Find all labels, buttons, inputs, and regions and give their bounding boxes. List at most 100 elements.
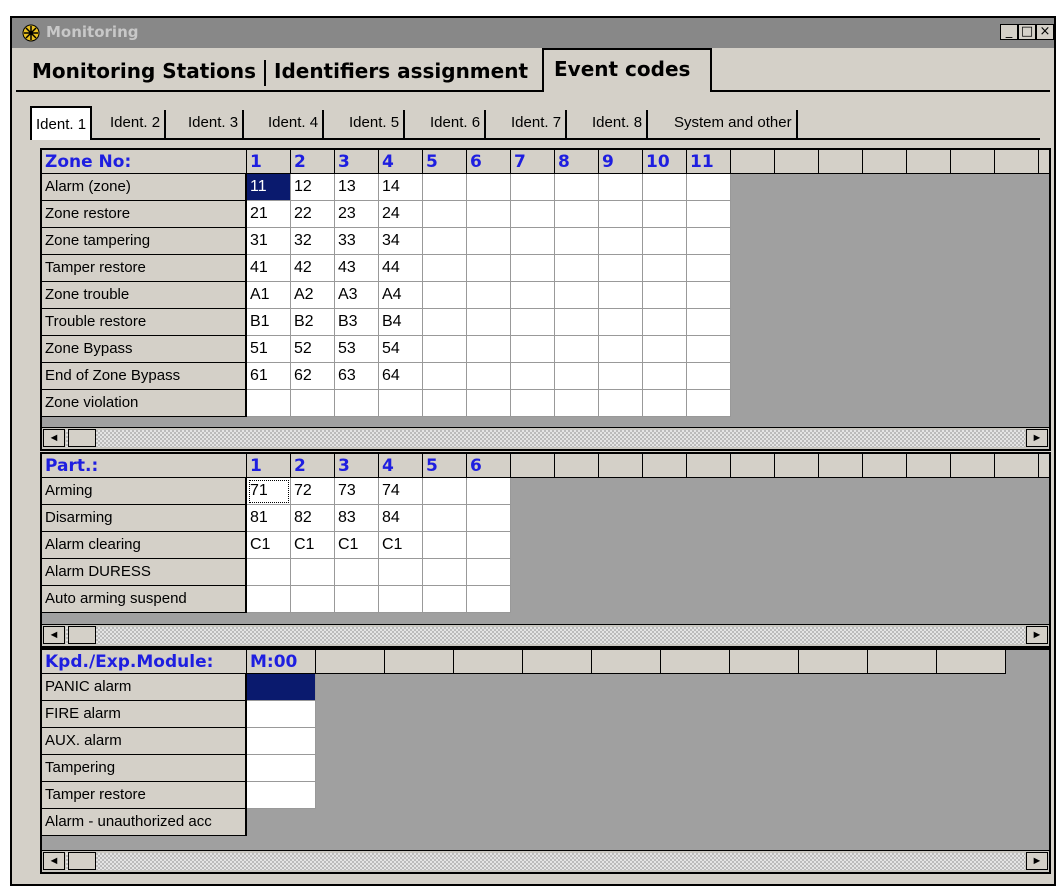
event-code-cell[interactable]: 24 (379, 201, 423, 228)
event-code-cell[interactable]: 82 (291, 505, 335, 532)
scroll-thumb[interactable] (68, 429, 96, 447)
event-code-cell[interactable]: 34 (379, 228, 423, 255)
event-code-cell[interactable]: B3 (335, 309, 379, 336)
event-code-cell[interactable] (511, 174, 555, 201)
event-code-cell[interactable] (423, 174, 467, 201)
scroll-left-button[interactable]: ◄ (43, 429, 65, 447)
event-code-cell[interactable] (599, 201, 643, 228)
event-code-cell[interactable]: A3 (335, 282, 379, 309)
event-code-cell[interactable]: A4 (379, 282, 423, 309)
scroll-left-button[interactable]: ◄ (43, 852, 65, 870)
event-code-cell[interactable] (643, 336, 687, 363)
event-code-cell[interactable]: 41 (247, 255, 291, 282)
event-code-cell[interactable] (643, 228, 687, 255)
event-code-cell[interactable] (467, 309, 511, 336)
event-code-cell[interactable] (599, 282, 643, 309)
event-code-cell[interactable]: B4 (379, 309, 423, 336)
event-code-cell[interactable] (555, 309, 599, 336)
event-code-cell[interactable] (555, 282, 599, 309)
event-code-cell[interactable] (247, 755, 316, 782)
event-code-cell[interactable]: 12 (291, 174, 335, 201)
tab-ident-1[interactable]: Ident. 1 (30, 106, 93, 140)
event-code-cell[interactable] (467, 282, 511, 309)
event-code-cell[interactable]: 42 (291, 255, 335, 282)
event-code-cell[interactable] (643, 309, 687, 336)
event-code-cell[interactable]: 53 (335, 336, 379, 363)
tab-ident-3[interactable]: Ident. 3 (184, 110, 245, 138)
scroll-left-button[interactable]: ◄ (43, 626, 65, 644)
horizontal-scrollbar[interactable]: ◄ ► (42, 427, 1049, 449)
event-code-cell[interactable] (643, 390, 687, 417)
event-code-cell[interactable] (467, 336, 511, 363)
event-code-cell[interactable]: 81 (247, 505, 291, 532)
event-code-cell[interactable]: B1 (247, 309, 291, 336)
event-code-cell[interactable] (247, 701, 316, 728)
event-code-cell[interactable] (511, 390, 555, 417)
event-code-cell[interactable] (247, 586, 291, 613)
event-code-cell[interactable] (335, 586, 379, 613)
event-code-cell[interactable] (511, 336, 555, 363)
event-code-cell[interactable] (555, 390, 599, 417)
event-code-cell[interactable] (687, 336, 731, 363)
event-code-cell[interactable] (379, 559, 423, 586)
tab-monitoring-stations[interactable]: Monitoring Stations (32, 54, 256, 90)
event-code-cell[interactable] (599, 363, 643, 390)
event-code-cell[interactable] (511, 363, 555, 390)
event-code-cell[interactable]: 23 (335, 201, 379, 228)
tab-ident-4[interactable]: Ident. 4 (264, 110, 325, 138)
event-code-cell[interactable] (555, 363, 599, 390)
event-code-cell[interactable]: 72 (291, 478, 335, 505)
event-code-cell[interactable] (467, 174, 511, 201)
close-button[interactable]: × (1036, 24, 1054, 40)
event-code-cell[interactable]: 54 (379, 336, 423, 363)
event-code-cell[interactable]: 73 (335, 478, 379, 505)
event-code-cell[interactable] (643, 174, 687, 201)
event-code-cell[interactable]: 43 (335, 255, 379, 282)
event-code-cell[interactable]: 61 (247, 363, 291, 390)
event-code-cell[interactable] (599, 336, 643, 363)
event-code-cell[interactable] (423, 282, 467, 309)
scroll-thumb[interactable] (68, 626, 96, 644)
event-code-cell[interactable] (643, 363, 687, 390)
event-code-cell[interactable] (687, 390, 731, 417)
event-code-cell[interactable] (687, 174, 731, 201)
event-code-cell[interactable] (423, 390, 467, 417)
event-code-cell[interactable]: B2 (291, 309, 335, 336)
event-code-cell[interactable] (247, 390, 291, 417)
event-code-cell[interactable] (687, 282, 731, 309)
event-code-cell[interactable] (423, 505, 467, 532)
event-code-cell[interactable]: 51 (247, 336, 291, 363)
event-code-cell[interactable]: 83 (335, 505, 379, 532)
zone-event-codes-grid[interactable]: Zone No: 1 2 3 4 5 6 7 8 9 10 11 Alarm (zone) 11 12 13 1… (40, 148, 1051, 451)
event-code-cell[interactable]: 52 (291, 336, 335, 363)
event-code-cell[interactable] (511, 228, 555, 255)
event-code-cell[interactable] (687, 228, 731, 255)
event-code-cell[interactable]: 64 (379, 363, 423, 390)
event-code-cell[interactable] (423, 586, 467, 613)
event-code-cell[interactable] (291, 559, 335, 586)
event-code-cell[interactable] (423, 201, 467, 228)
partition-event-codes-grid[interactable]: Part.: 1 2 3 4 5 6 Arming 71 72 73 74 Disarming 81 82 8… (40, 452, 1051, 648)
event-code-cell[interactable] (643, 255, 687, 282)
event-code-cell[interactable] (599, 228, 643, 255)
tab-ident-5[interactable]: Ident. 5 (345, 110, 406, 138)
scroll-right-button[interactable]: ► (1026, 626, 1048, 644)
event-code-cell[interactable] (643, 282, 687, 309)
event-code-cell[interactable] (643, 201, 687, 228)
event-code-cell[interactable]: 32 (291, 228, 335, 255)
event-code-cell[interactable] (247, 674, 316, 701)
event-code-cell[interactable] (423, 532, 467, 559)
event-code-cell[interactable] (247, 782, 316, 809)
event-code-cell[interactable]: 84 (379, 505, 423, 532)
event-code-cell[interactable]: 63 (335, 363, 379, 390)
event-code-cell[interactable] (511, 255, 555, 282)
event-code-cell[interactable] (467, 255, 511, 282)
event-code-cell[interactable] (555, 174, 599, 201)
event-code-cell[interactable] (511, 309, 555, 336)
event-code-cell[interactable]: C1 (291, 532, 335, 559)
event-code-cell[interactable] (423, 336, 467, 363)
event-code-cell[interactable] (247, 728, 316, 755)
event-code-cell[interactable] (423, 559, 467, 586)
event-code-cell[interactable] (467, 586, 511, 613)
event-code-cell[interactable] (555, 228, 599, 255)
